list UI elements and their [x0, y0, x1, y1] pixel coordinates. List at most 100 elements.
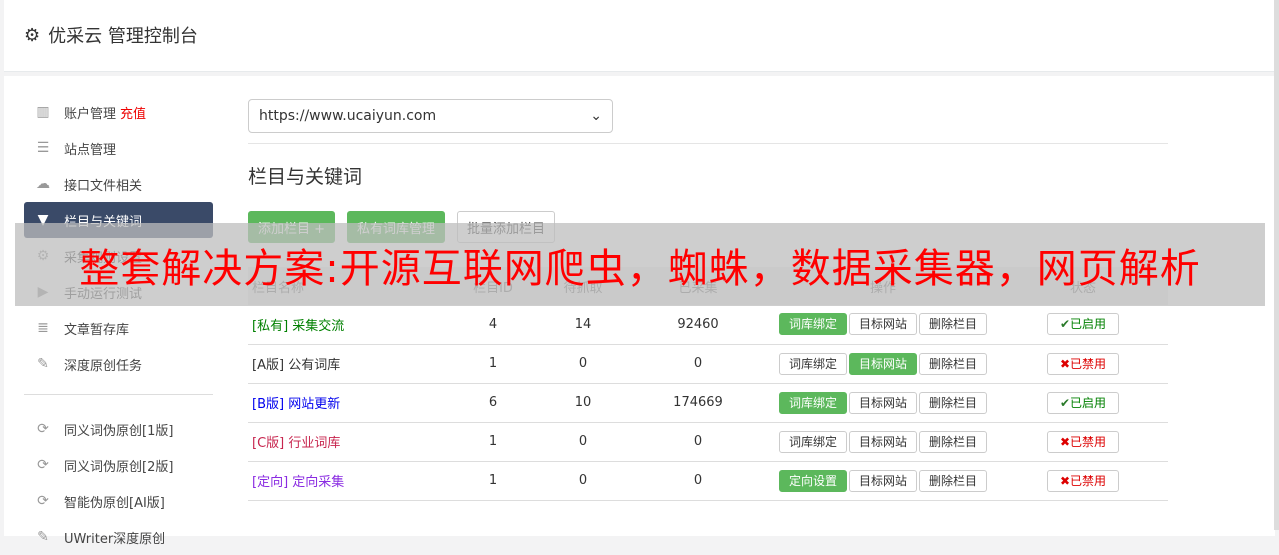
collected-count: 174669: [628, 383, 768, 423]
status-label: 已启用: [1070, 317, 1107, 332]
cloud-upload-icon: ☁: [36, 176, 50, 192]
close-icon: ✖: [1059, 356, 1071, 371]
sidebar-item-label: 同义词伪原创[2版]: [64, 459, 174, 475]
column-name[interactable]: 公有词库: [288, 358, 340, 373]
column-id: 1: [448, 344, 538, 384]
table-row: [定向] 定向采集 1 0 0 定向设置 目标网站 删除栏目 ✖已禁用: [248, 461, 1168, 501]
status-label: 已启用: [1070, 395, 1107, 410]
sidebar-item[interactable]: ⟳ 智能伪原创[AI版]: [24, 483, 213, 519]
collected-count: 0: [628, 422, 768, 462]
check-icon: ✔: [1059, 395, 1071, 410]
bind-lexicon-button[interactable]: 词库绑定: [778, 430, 847, 453]
table-row: [私有] 采集交流 4 14 92460 词库绑定 目标网站 删除栏目 ✔已启用: [248, 305, 1168, 345]
close-icon: ✖: [1059, 473, 1071, 488]
status-label: 已禁用: [1070, 434, 1107, 449]
sidebar-item-label: 站点管理: [64, 142, 117, 158]
sidebar-item-label: 深度原创任务: [64, 358, 143, 374]
refresh-icon: ⟳: [37, 493, 49, 509]
delete-column-button[interactable]: 删除栏目: [919, 352, 988, 375]
target-site-button[interactable]: 目标网站: [848, 430, 917, 453]
table-row: [A版] 公有词库 1 0 0 词库绑定 目标网站 删除栏目 ✖已禁用: [248, 344, 1168, 384]
refresh-icon: ⟳: [37, 457, 49, 473]
column-tag: [C版]: [252, 436, 285, 451]
pending-count: 0: [538, 422, 628, 462]
database-icon: ≣: [37, 320, 49, 336]
table-row: [B版] 网站更新 6 10 174669 词库绑定 目标网站 删除栏目 ✔已启用: [248, 383, 1168, 423]
target-site-button[interactable]: 目标网站: [848, 313, 917, 336]
delete-column-button[interactable]: 删除栏目: [919, 469, 988, 492]
bind-lexicon-button[interactable]: 定向设置: [778, 469, 847, 492]
status-label: 已禁用: [1070, 473, 1107, 488]
delete-column-button[interactable]: 删除栏目: [919, 313, 988, 336]
recharge-link[interactable]: 充值: [120, 103, 146, 122]
bind-lexicon-button[interactable]: 词库绑定: [778, 391, 847, 414]
pending-count: 10: [538, 383, 628, 423]
column-name[interactable]: 定向采集: [292, 475, 344, 490]
collected-count: 92460: [628, 305, 768, 345]
target-site-button[interactable]: 目标网站: [848, 391, 917, 414]
column-tag: [私有]: [252, 318, 289, 334]
column-id: 1: [448, 422, 538, 462]
sidebar-item[interactable]: ☰ 站点管理: [24, 130, 213, 166]
column-tag: [定向]: [252, 475, 289, 490]
server-icon: ☰: [36, 140, 50, 156]
column-tag: [B版]: [252, 397, 285, 412]
column-id: 1: [448, 461, 538, 501]
sidebar-item[interactable]: ▥ 账户管理 充值: [24, 94, 213, 130]
sidebar-item[interactable]: ☁ 接口文件相关: [24, 166, 213, 202]
sidebar-item-label: 智能伪原创[AI版]: [64, 495, 165, 511]
status-toggle[interactable]: ✖已禁用: [1047, 469, 1119, 492]
status-label: 已禁用: [1070, 356, 1107, 371]
column-name[interactable]: 采集交流: [292, 319, 344, 334]
sidebar-item-label: 账户管理: [64, 106, 117, 122]
target-site-button[interactable]: 目标网站: [848, 352, 917, 375]
page-title: 栏目与关键词: [248, 166, 363, 188]
site-select-value: https://www.ucaiyun.com: [259, 108, 437, 124]
column-id: 6: [448, 383, 538, 423]
delete-column-button[interactable]: 删除栏目: [919, 391, 988, 414]
table-row: [C版] 行业词库 1 0 0 词库绑定 目标网站 删除栏目 ✖已禁用: [248, 422, 1168, 462]
bind-lexicon-button[interactable]: 词库绑定: [778, 352, 847, 375]
gear-icon: ⚙: [24, 24, 41, 46]
divider: [248, 143, 1168, 144]
column-name[interactable]: 行业词库: [288, 436, 340, 451]
watermark-banner: 整套解决方案:开源互联网爬虫，蜘蛛，数据采集器，网页解析: [15, 223, 1265, 306]
bar-chart-icon: ▥: [36, 104, 50, 120]
site-select[interactable]: https://www.ucaiyun.com ⌄: [248, 99, 613, 133]
refresh-icon: ⟳: [37, 421, 49, 437]
pending-count: 0: [538, 461, 628, 501]
sidebar-item-label: 同义词伪原创[1版]: [64, 423, 174, 439]
chevron-down-icon: ⌄: [590, 108, 602, 124]
edit-icon: ✎: [37, 529, 49, 545]
column-name[interactable]: 网站更新: [288, 397, 340, 412]
sidebar-item[interactable]: ⟳ 同义词伪原创[2版]: [24, 447, 213, 483]
sidebar: ▥账户管理充值☰站点管理☁接口文件相关▼栏目与关键词⚙采集规则设置▶手动运行测试…: [24, 94, 213, 555]
status-toggle[interactable]: ✔已启用: [1047, 313, 1119, 336]
status-toggle[interactable]: ✖已禁用: [1047, 352, 1119, 375]
pending-count: 14: [538, 305, 628, 345]
sidebar-item-label: 接口文件相关: [64, 178, 143, 194]
close-icon: ✖: [1059, 434, 1071, 449]
status-toggle[interactable]: ✖已禁用: [1047, 430, 1119, 453]
target-site-button[interactable]: 目标网站: [848, 469, 917, 492]
sidebar-item[interactable]: ≣ 文章暂存库: [24, 310, 213, 346]
pending-count: 0: [538, 344, 628, 384]
collected-count: 0: [628, 461, 768, 501]
column-id: 4: [448, 305, 538, 345]
sidebar-item[interactable]: ✎ 深度原创任务: [24, 346, 213, 382]
app-title: 优采云 管理控制台: [48, 26, 198, 47]
scrollbar[interactable]: [1274, 0, 1279, 530]
bind-lexicon-button[interactable]: 词库绑定: [778, 313, 847, 336]
status-toggle[interactable]: ✔已启用: [1047, 391, 1119, 414]
edit-icon: ✎: [37, 356, 49, 372]
sidebar-item[interactable]: ✎ UWriter深度原创: [24, 519, 213, 555]
check-icon: ✔: [1059, 317, 1071, 332]
collected-count: 0: [628, 344, 768, 384]
divider: [24, 394, 213, 395]
sidebar-item-label: 文章暂存库: [64, 322, 130, 338]
column-tag: [A版]: [252, 358, 285, 373]
sidebar-item[interactable]: ⟳ 同义词伪原创[1版]: [24, 411, 213, 447]
sidebar-item-label: UWriter深度原创: [64, 531, 166, 547]
delete-column-button[interactable]: 删除栏目: [919, 430, 988, 453]
header: ⚙ 优采云 管理控制台: [4, 0, 1275, 72]
